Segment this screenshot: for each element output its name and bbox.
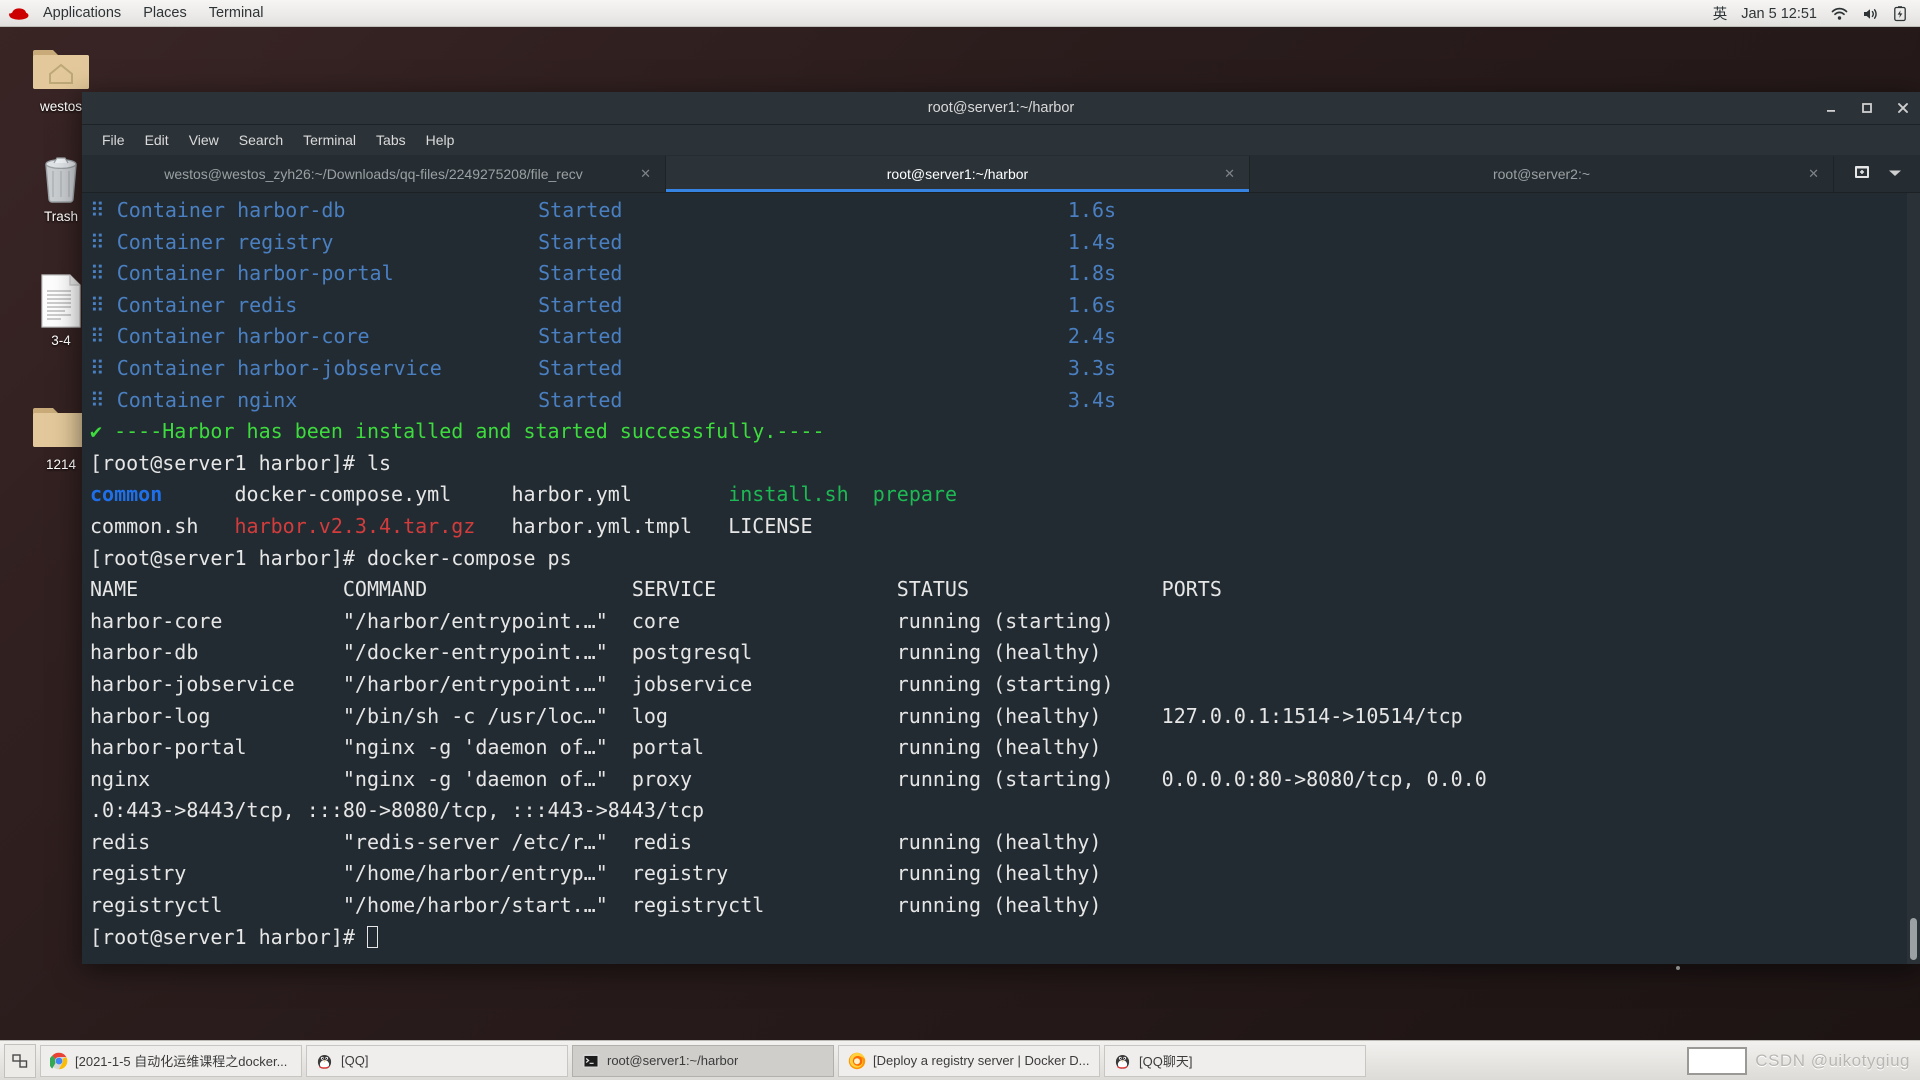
window-title-bar[interactable]: root@server1:~/harbor: [82, 92, 1920, 125]
tab-close-icon[interactable]: ✕: [1224, 166, 1235, 182]
taskbar: [2021-1-5 自动化运维课程之docker... [QQ] root@se…: [0, 1040, 1920, 1080]
input-method-indicator[interactable]: 英: [1713, 3, 1728, 24]
taskbar-item-label: [Deploy a registry server | Docker D...: [873, 1053, 1090, 1068]
taskbar-item-terminal[interactable]: root@server1:~/harbor: [572, 1044, 834, 1077]
tab-bar: westos@westos_zyh26:~/Downloads/qq-files…: [82, 156, 1920, 193]
tab-close-icon[interactable]: ✕: [1808, 166, 1819, 182]
top-panel: Applications Places Terminal 英 Jan 5 12:…: [0, 0, 1920, 27]
minimize-button[interactable]: [1824, 101, 1838, 115]
close-button[interactable]: [1896, 101, 1910, 115]
menu-help[interactable]: Help: [416, 126, 465, 154]
menu-tabs[interactable]: Tabs: [366, 126, 416, 154]
desktop-root: Applications Places Terminal 英 Jan 5 12:…: [0, 0, 1920, 1080]
menu-file[interactable]: File: [92, 126, 135, 154]
tab-label: root@server2:~: [1492, 166, 1591, 182]
menu-terminal[interactable]: Terminal: [198, 0, 275, 26]
tab-close-icon[interactable]: ✕: [640, 166, 651, 182]
window-resize-handle[interactable]: [1676, 966, 1680, 970]
clock[interactable]: Jan 5 12:51: [1741, 6, 1817, 22]
terminal-text: ⠿ Container harbor-db Started 1.6s ⠿ Con…: [90, 198, 1487, 949]
maximize-button[interactable]: [1860, 101, 1874, 115]
battery-icon[interactable]: [1894, 5, 1906, 22]
terminal-icon: [581, 1051, 600, 1070]
tab-bar-actions: [1834, 156, 1920, 192]
taskbar-item-qq[interactable]: [QQ]: [306, 1044, 568, 1077]
window-title: root@server1:~/harbor: [927, 100, 1075, 116]
menu-bar: File Edit View Search Terminal Tabs Help: [82, 125, 1920, 156]
chrome-icon: [49, 1051, 68, 1070]
scrollbar-thumb[interactable]: [1910, 918, 1917, 960]
menu-edit[interactable]: Edit: [135, 126, 179, 154]
new-tab-icon[interactable]: [1852, 163, 1872, 186]
tab-label: root@server1:~/harbor: [886, 166, 1029, 182]
top-panel-status-area: 英 Jan 5 12:51: [1713, 0, 1920, 27]
menu-search[interactable]: Search: [229, 126, 293, 154]
watermark-text: CSDN @uikotygiug: [1755, 1050, 1910, 1070]
firefox-icon: [847, 1051, 866, 1070]
home-folder-icon: [18, 38, 104, 96]
show-desktop-icon[interactable]: [4, 1043, 36, 1078]
wifi-icon[interactable]: [1831, 7, 1848, 21]
workspace-switcher[interactable]: [1687, 1046, 1748, 1075]
menu-view[interactable]: View: [179, 126, 229, 154]
taskbar-item-qq-chat[interactable]: [QQ聊天]: [1104, 1044, 1366, 1077]
redhat-logo-icon[interactable]: [8, 4, 30, 22]
taskbar-item-label: [QQ]: [341, 1053, 369, 1068]
window-controls: [1824, 92, 1910, 124]
menu-applications[interactable]: Applications: [32, 0, 132, 26]
terminal-scrollbar[interactable]: [1907, 193, 1920, 964]
volume-icon[interactable]: [1862, 7, 1880, 21]
taskbar-item-label: [QQ聊天]: [1139, 1054, 1193, 1069]
menu-terminal[interactable]: Terminal: [293, 126, 366, 154]
terminal-window: root@server1:~/harbor File Edit View Sea…: [82, 92, 1920, 970]
terminal-output-area[interactable]: ⠿ Container harbor-db Started 1.6s ⠿ Con…: [82, 193, 1920, 964]
tab-server2[interactable]: root@server2:~ ✕: [1250, 156, 1834, 192]
taskbar-item-label: root@server1:~/harbor: [607, 1053, 739, 1068]
tab-file-recv[interactable]: westos@westos_zyh26:~/Downloads/qq-files…: [82, 156, 666, 192]
qq-penguin-icon: [315, 1051, 334, 1070]
tab-server1-harbor[interactable]: root@server1:~/harbor ✕: [666, 156, 1250, 192]
tab-label: westos@westos_zyh26:~/Downloads/qq-files…: [164, 166, 583, 182]
taskbar-item-label: [2021-1-5 自动化运维课程之docker...: [75, 1054, 288, 1069]
taskbar-right-area: CSDN @uikotygiug: [1687, 1046, 1916, 1075]
taskbar-item-firefox[interactable]: [Deploy a registry server | Docker D...: [838, 1044, 1100, 1077]
taskbar-item-chrome[interactable]: [2021-1-5 自动化运维课程之docker...: [40, 1044, 302, 1077]
qq-penguin-icon: [1113, 1051, 1132, 1070]
menu-places[interactable]: Places: [132, 0, 198, 26]
tab-list-chevron-icon[interactable]: [1888, 165, 1902, 183]
